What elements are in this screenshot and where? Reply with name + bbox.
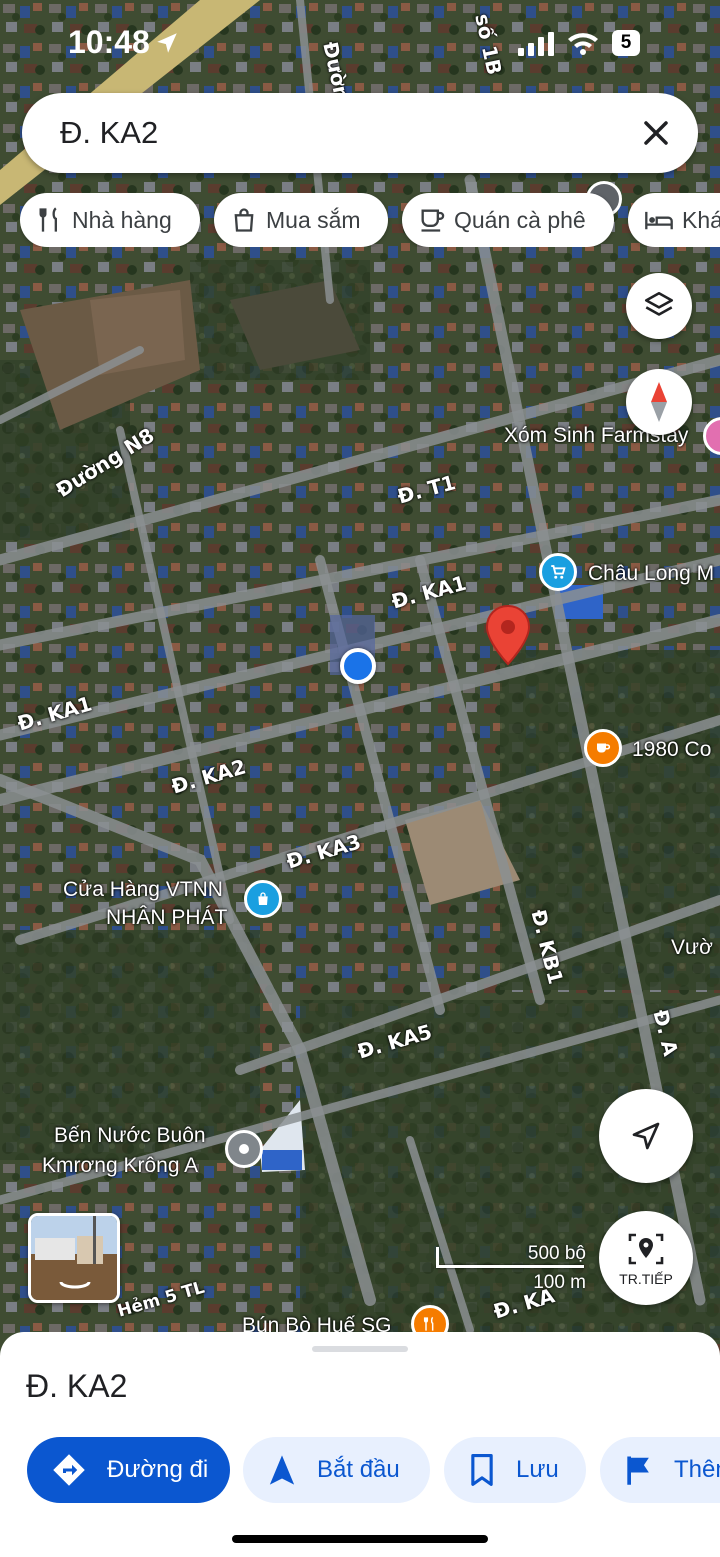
chip-label: Mua sắm [266, 206, 361, 233]
my-location-button[interactable] [599, 1089, 693, 1183]
restaurant-icon [39, 207, 57, 232]
chip-label: Nhà hàng [72, 206, 172, 233]
poi-label-ben-nuoc[interactable]: Bến Nước Buôn [54, 1122, 206, 1150]
shopping-bag-icon [234, 208, 254, 232]
signal-icon [518, 32, 554, 56]
directions-label: Đường đi [107, 1456, 209, 1483]
street-view-button[interactable]: TR.TIẾP [599, 1211, 693, 1305]
layers-button[interactable] [626, 273, 692, 339]
poi-label-vuon[interactable]: Vườ [671, 934, 713, 962]
more-label: Thêm [674, 1456, 720, 1483]
chip-hotels[interactable]: Khá [628, 193, 720, 247]
shopping-cart-icon[interactable] [539, 553, 577, 591]
save-label: Lưu [516, 1456, 559, 1483]
drag-handle[interactable] [312, 1346, 408, 1352]
chip-restaurants[interactable]: Nhà hàng [20, 193, 200, 247]
scale-bar: 500 bộ 100 m [436, 1243, 586, 1295]
chip-label: Khá [682, 206, 720, 233]
status-bar: 10:48 5 [0, 20, 720, 70]
landmark-pin-icon[interactable] [225, 1130, 263, 1168]
layers-icon [644, 291, 674, 316]
street-view-thumbnail[interactable] [28, 1213, 120, 1303]
battery-icon: 5 [612, 30, 640, 56]
street-view-label: TR.TIẾP [619, 1271, 673, 1287]
category-chips: Nhà hàng Mua sắm Quán cà phê Khá [20, 193, 720, 247]
location-arrow-icon [157, 33, 177, 53]
red-location-pin-icon[interactable] [485, 604, 531, 666]
coffee-icon [421, 209, 445, 232]
directions-icon [53, 1454, 85, 1486]
start-button[interactable]: Bắt đầu [243, 1437, 430, 1503]
navigation-arrow-icon [269, 1455, 295, 1485]
compass-button[interactable] [626, 369, 692, 435]
wifi-icon [568, 33, 598, 55]
bookmark-icon [471, 1454, 493, 1486]
place-title: Đ. KA2 [26, 1368, 128, 1404]
scale-metric-label: 100 m [533, 1272, 586, 1293]
clock: 10:48 [68, 24, 150, 60]
hotel-bed-icon [645, 211, 673, 230]
search-bar[interactable]: Đ. KA2 [22, 93, 698, 173]
poi-label-chau-long[interactable]: Châu Long M [588, 560, 714, 588]
flag-icon [627, 1456, 649, 1485]
directions-button[interactable]: Đường đi [27, 1437, 230, 1503]
poi-label-cua-hang-2[interactable]: NHÂN PHÁT [106, 904, 227, 932]
shop-bag-icon[interactable] [244, 880, 282, 918]
chip-shopping[interactable]: Mua sắm [214, 193, 388, 247]
coffee-icon[interactable] [584, 729, 622, 767]
navigation-arrow-icon [632, 1122, 660, 1150]
place-bottom-sheet[interactable]: Đ. KA2 Đường đi Bắt đầu Lưu Thêm [0, 1332, 720, 1557]
home-indicator[interactable] [232, 1535, 488, 1543]
scale-imperial-label: 500 bộ [527, 1243, 586, 1264]
save-button[interactable]: Lưu [444, 1437, 586, 1503]
chip-label: Quán cà phê [454, 206, 586, 233]
search-query[interactable]: Đ. KA2 [60, 93, 158, 173]
chip-coffee[interactable]: Quán cà phê [402, 193, 614, 247]
more-button[interactable]: Thêm [600, 1437, 720, 1503]
current-location-dot [340, 648, 376, 684]
street-view-icon [628, 1233, 664, 1265]
close-icon[interactable] [636, 113, 676, 153]
poi-label-cua-hang[interactable]: Cửa Hàng VTNN [63, 876, 223, 904]
poi-label-ben-nuoc-2[interactable]: Kmrơng Krông A [42, 1152, 198, 1180]
start-label: Bắt đầu [317, 1456, 400, 1483]
poi-label-1980-coffee[interactable]: 1980 Co [632, 736, 711, 764]
compass-icon [651, 382, 667, 422]
